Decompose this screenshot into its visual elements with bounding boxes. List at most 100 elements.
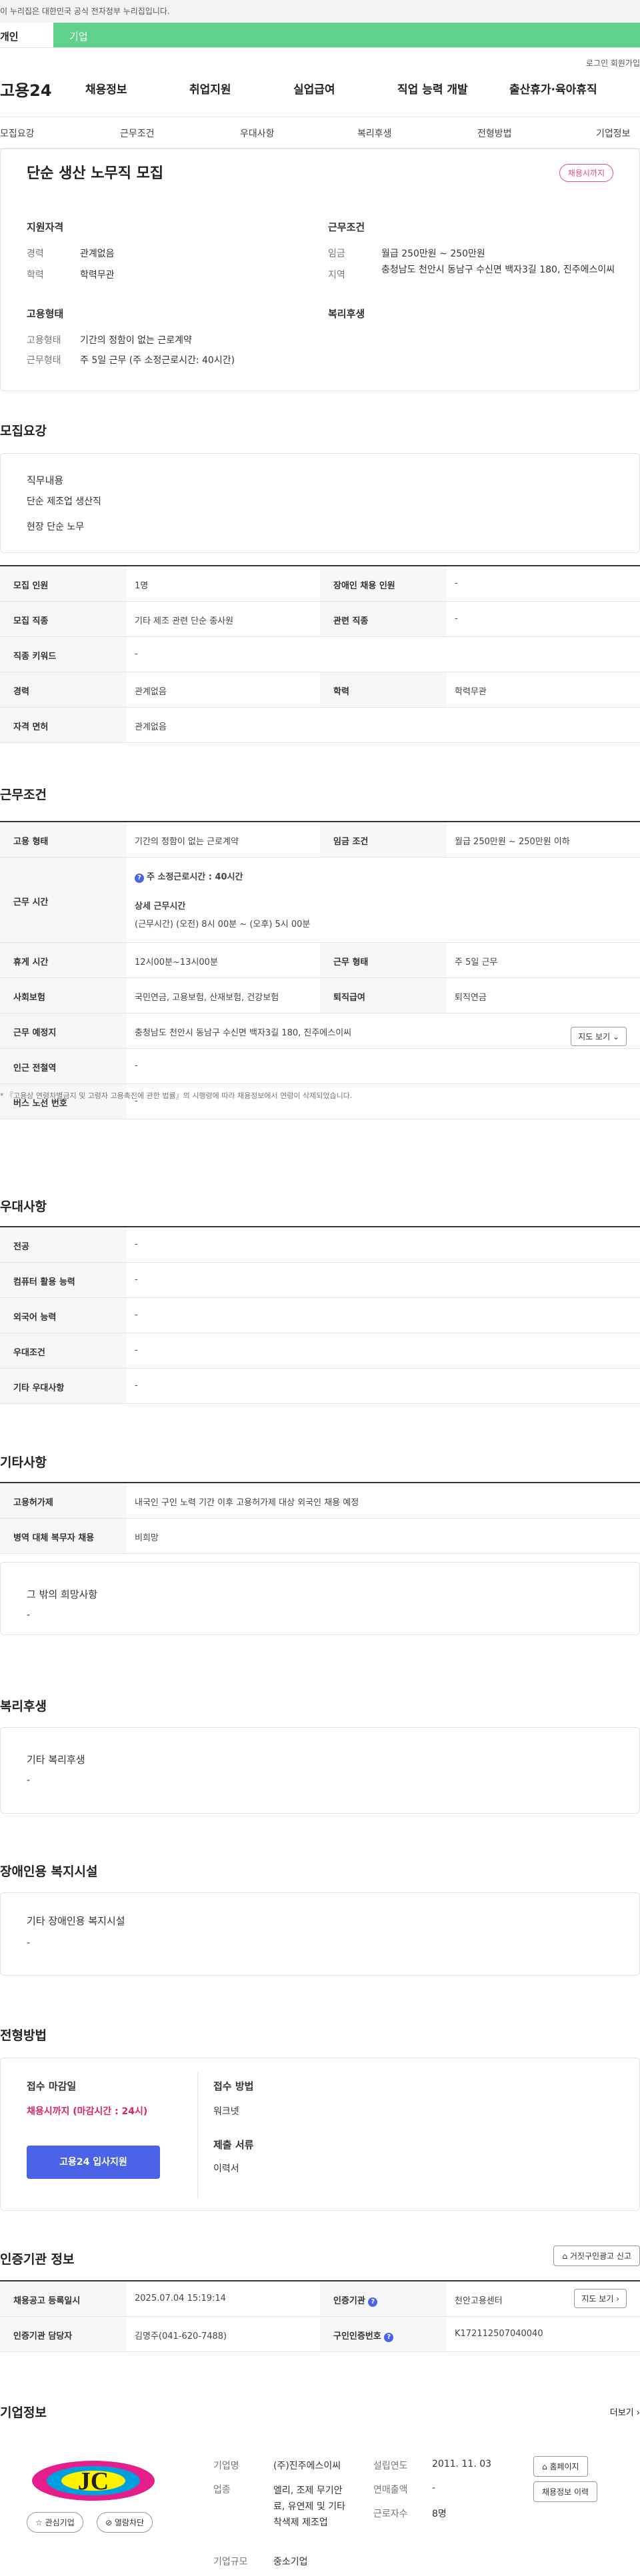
- etc-table: 고용허가제 내국인 구인 노력 기간 이후 고용허가제 대상 외국인 채용 예정 …: [0, 1482, 640, 1554]
- method-value: 워크넷: [213, 2106, 239, 2117]
- cell-value: K172112507040040: [455, 2329, 543, 2339]
- cell-label: 병역 대체 복무자 채용: [0, 1519, 127, 1553]
- block-button[interactable]: ⊘ 열람차단: [97, 2512, 153, 2533]
- conditions-table: 고용 형태 기간의 정함이 없는 근로계약 임금 조건 월급 250만원 ~ 2…: [0, 821, 640, 1119]
- recruit-table: 모집 인원 1명 장애인 채용 인원 - 모집 직종 기타 제조 관련 단순 종…: [0, 565, 640, 743]
- table-row: 컴퓨터 활용 능력 -: [0, 1263, 640, 1298]
- history-button[interactable]: 채용정보 이력: [533, 2481, 598, 2502]
- homepage-button[interactable]: ⌂ 홈페이지: [533, 2456, 588, 2477]
- info-icon[interactable]: ?: [384, 2333, 394, 2342]
- cell-label: 외국어 능력: [0, 1298, 127, 1333]
- job-title-row: 단순 생산 노무직 모집 채용시까지: [27, 161, 613, 183]
- agency-map-button[interactable]: 지도 보기 ›: [574, 2289, 627, 2308]
- snb-recruit[interactable]: 모집요강: [0, 127, 35, 140]
- cell-value: -: [135, 1275, 138, 1285]
- recruit-section-title: 모집요강: [0, 424, 47, 438]
- docs-value: 이력서: [213, 2164, 239, 2174]
- docs-title: 제출 서류: [213, 2139, 254, 2151]
- welfare-section-title: 복리후생: [0, 1699, 47, 1714]
- job-title: 단순 생산 노무직 모집: [27, 165, 164, 182]
- cell-label: 경력: [0, 672, 127, 707]
- cell-value: -: [135, 1239, 138, 1249]
- welfare-box: [0, 1727, 640, 1814]
- table-row: 인근 전철역 -: [0, 1049, 640, 1084]
- method-title: 접수 방법: [213, 2080, 254, 2092]
- company-more-link[interactable]: 더보기 ›: [610, 2405, 640, 2418]
- login-link[interactable]: 로그인: [586, 57, 608, 69]
- name-value: (주)진주에스이씨: [273, 2461, 341, 2471]
- table-row: 모집 직종 기타 제조 관련 단순 종사원 관련 직종 -: [0, 602, 640, 637]
- cell-value: 관계없음: [135, 687, 167, 697]
- duty-line-2: 현장 단순 노무: [27, 522, 85, 532]
- block-button-label: 열람차단: [114, 2518, 145, 2527]
- age-note: * 『고용상 연령차별금지 및 고령자 고용촉진에 관한 법률』의 시행령에 따…: [0, 1091, 353, 1100]
- site-logo[interactable]: 고용24: [0, 77, 52, 101]
- cell-label: 임금 조건: [320, 822, 447, 857]
- sales-value: -: [432, 2483, 436, 2493]
- global-nav: 고용24 채용정보 취업지원 실업급여 직업 능력 개발 출산휴가·육아휴직: [0, 69, 640, 117]
- employees-value: 8명: [432, 2509, 447, 2519]
- user-type-tabs: 개인 기업: [0, 23, 640, 48]
- employees-label: 근로자수: [373, 2509, 408, 2519]
- cell-value: 기간의 정함이 없는 근로계약: [135, 837, 239, 847]
- table-row: 외국어 능력 -: [0, 1298, 640, 1333]
- industry-value: 엘리, 조제 무기안료, 유연제 및 기타 착색제 제조업: [273, 2485, 345, 2528]
- company-more-label: 더보기: [609, 2408, 634, 2418]
- report-button[interactable]: ⌂ 거짓구인광고 신고: [553, 2246, 640, 2266]
- interest-button-label: 관심기업: [45, 2518, 75, 2527]
- work-type-value: 주 5일 근무 (주 소정근로시간: 40시간): [80, 355, 235, 366]
- snb-preference[interactable]: 우대사항: [240, 127, 275, 140]
- cell-label: 컴퓨터 활용 능력: [0, 1263, 127, 1297]
- divider: [197, 2072, 198, 2199]
- tab-personal[interactable]: 개인: [0, 23, 53, 47]
- menu-employment-support[interactable]: 취업지원: [189, 80, 231, 97]
- menu-parental-leave[interactable]: 출산휴가·육아휴직: [509, 80, 597, 97]
- menu-training[interactable]: 직업 능력 개발: [397, 80, 468, 97]
- cell-label: 자격 면허: [0, 708, 127, 742]
- cell-value: 국민연금, 고용보험, 산재보험, 건강보험: [135, 993, 279, 1003]
- apply-button[interactable]: 고용24 입사지원: [27, 2146, 160, 2179]
- size-value: 중소기업: [273, 2557, 308, 2567]
- cell-value: -: [135, 1381, 138, 1391]
- table-row: 기타 우대사항 -: [0, 1369, 640, 1404]
- cell-value: 2025.07.04 15:19:14: [135, 2293, 226, 2303]
- table-row: 병역 대체 복무자 채용 비희망: [0, 1519, 640, 1554]
- snb-conditions[interactable]: 근무조건: [120, 127, 155, 140]
- industry-label: 업종: [213, 2485, 231, 2495]
- interest-button[interactable]: ☆ 관심기업: [27, 2512, 83, 2533]
- cell-label: 모집 인원: [0, 566, 127, 601]
- cell-value: 김명주(041-620-7488): [135, 2331, 227, 2341]
- agency-label: 인증기관: [333, 2296, 365, 2306]
- hours-weekly: ? 주 소정근로시간 : 40시간: [135, 870, 640, 883]
- snb-company[interactable]: 기업정보: [596, 127, 631, 140]
- table-row: 근무 시간 ? 주 소정근로시간 : 40시간 상세 근무시간 (근무시간) (오…: [0, 858, 640, 943]
- section-nav: 모집요강 근무조건 우대사항 복리후생 전형방법 기업정보: [0, 117, 640, 149]
- hours-detail: (근무시간) (오전) 8시 00분 ~ (오후) 5시 00분: [135, 920, 311, 930]
- cell-value: 충청남도 천안시 동남구 수신면 백자3길 180, 진주에스이씨: [135, 1028, 352, 1038]
- hours-detail-title: 상세 근무시간: [135, 902, 186, 912]
- cell-label: 학력: [320, 672, 447, 707]
- homepage-button-label: 홈페이지: [549, 2462, 579, 2471]
- report-button-label: 거짓구인광고 신고: [569, 2252, 631, 2261]
- deadline-value: 채용시까지 (마감시간 : 24시): [27, 2106, 148, 2117]
- cell-label: 퇴직급여: [320, 978, 447, 1013]
- cell-label: 고용허가제: [0, 1483, 127, 1518]
- join-link[interactable]: 회원가입: [611, 57, 640, 69]
- menu-jobs[interactable]: 채용정보: [85, 80, 127, 97]
- emp-type-value: 기간의 정함이 없는 근로계약: [80, 335, 192, 346]
- cell-value: 내국인 구인 노력 기간 이후 고용허가제 대상 외국인 채용 예정: [135, 1498, 359, 1508]
- cell-label: 전공: [0, 1227, 127, 1262]
- info-icon[interactable]: ?: [368, 2297, 378, 2307]
- map-button[interactable]: 지도 보기 ⌄: [571, 1027, 627, 1046]
- region-value: 충청남도 천안시 동남구 수신면 백자3길 180, 진주에스이씨: [381, 265, 615, 275]
- snb-welfare[interactable]: 복리후생: [357, 127, 392, 140]
- info-icon[interactable]: ?: [135, 874, 144, 883]
- edu-value: 학력무관: [80, 270, 115, 281]
- table-row: 채용공고 등록일시 2025.07.04 15:19:14 인증기관 ? 천안고…: [0, 2281, 640, 2317]
- menu-unemployment[interactable]: 실업급여: [293, 80, 335, 97]
- work-type-label: 근무형태: [27, 355, 61, 366]
- status-badge: 채용시까지: [559, 164, 613, 182]
- disabled-welfare-section-title: 장애인용 복지시설: [0, 1864, 98, 1879]
- snb-selection[interactable]: 전형방법: [477, 127, 512, 140]
- tab-company[interactable]: 기업: [53, 23, 640, 47]
